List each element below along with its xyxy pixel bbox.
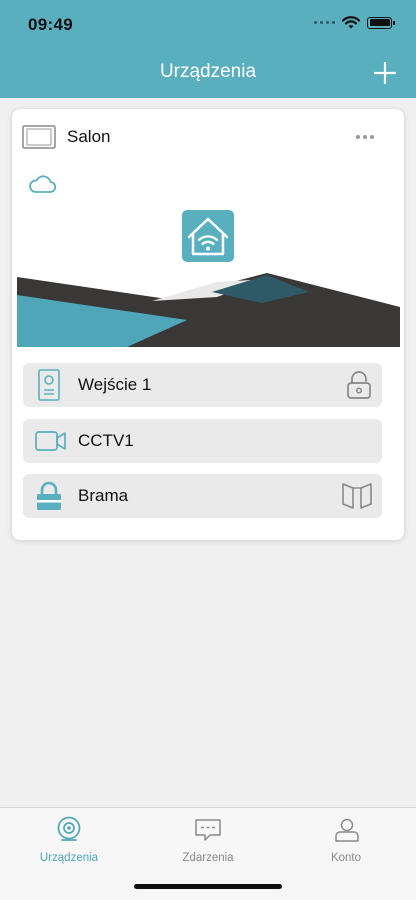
status-time: 09:49 — [28, 15, 73, 34]
gate-icon[interactable] — [342, 481, 372, 509]
battery-icon — [367, 16, 395, 29]
tab-konto[interactable]: Konto — [294, 816, 398, 864]
signal-dots-icon — [314, 21, 335, 24]
more-horizontal-icon[interactable] — [356, 135, 374, 139]
camera-device-icon — [57, 816, 81, 841]
lock-icon[interactable] — [346, 370, 372, 400]
device-row-wejscie[interactable]: Wejście 1 — [23, 363, 382, 407]
tab-label: Zdarzenia — [182, 852, 234, 864]
card-header: Salon — [12, 109, 404, 164]
device-label: Brama — [78, 486, 129, 505]
tab-urzadzenia[interactable]: Urządzenia — [17, 816, 121, 864]
hero-illustration — [17, 210, 400, 347]
page-title: Urządzenia — [159, 61, 257, 82]
device-card[interactable]: Salon Wejście 1 CCTV1 Brama — [12, 109, 404, 540]
user-icon — [335, 818, 359, 842]
tab-label: Urządzenia — [39, 852, 99, 864]
smart-home-icon — [182, 210, 234, 262]
status-icons — [314, 16, 395, 29]
status-bar: 09:49 — [0, 0, 416, 50]
door-station-icon — [38, 369, 60, 401]
device-row-cctv[interactable]: CCTV1 — [23, 419, 382, 463]
card-title: Salon — [67, 127, 111, 146]
home-indicator — [134, 884, 282, 889]
device-label: CCTV1 — [78, 431, 134, 450]
monitor-icon — [22, 125, 56, 149]
video-camera-icon — [35, 431, 66, 451]
message-icon — [195, 819, 221, 841]
padlock-icon — [37, 481, 61, 510]
tab-label: Konto — [330, 852, 362, 864]
device-label: Wejście 1 — [78, 375, 152, 394]
cloud-icon — [29, 175, 57, 193]
tab-zdarzenia[interactable]: Zdarzenia — [156, 816, 260, 864]
wifi-icon — [342, 16, 360, 29]
device-row-brama[interactable]: Brama — [23, 474, 382, 518]
plus-icon[interactable] — [374, 62, 396, 84]
top-bar: 09:49 Urządzenia — [0, 0, 416, 98]
